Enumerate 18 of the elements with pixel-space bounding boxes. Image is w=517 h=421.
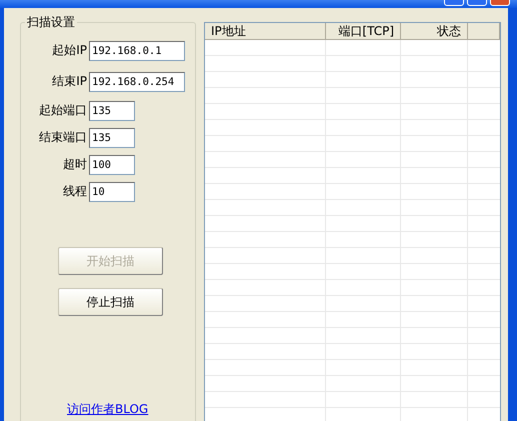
- field-label: 结束端口: [38, 129, 88, 146]
- column-header[interactable]: 端口[TCP]: [326, 23, 401, 39]
- field-label: 结束IP: [51, 73, 88, 90]
- input-field[interactable]: 192.168.0.1: [89, 40, 185, 60]
- input-field[interactable]: 135: [89, 100, 135, 120]
- field-label: 线程: [62, 183, 88, 200]
- field-label: 起始IP: [51, 42, 88, 59]
- field-label: 超时: [62, 156, 88, 173]
- group-title: 扫描设置: [25, 14, 77, 31]
- stop-scan-button[interactable]: 停止扫描: [58, 288, 163, 316]
- input-field[interactable]: 10: [89, 182, 135, 202]
- column-header[interactable]: 状态: [401, 23, 468, 39]
- blog-link[interactable]: 访问作者BLOG: [67, 402, 148, 416]
- column-header[interactable]: IP地址: [205, 23, 326, 39]
- field-label: 起始端口: [38, 102, 88, 119]
- input-field[interactable]: 192.168.0.254: [89, 72, 185, 92]
- input-field[interactable]: 135: [89, 128, 135, 148]
- input-field[interactable]: 100: [89, 154, 135, 174]
